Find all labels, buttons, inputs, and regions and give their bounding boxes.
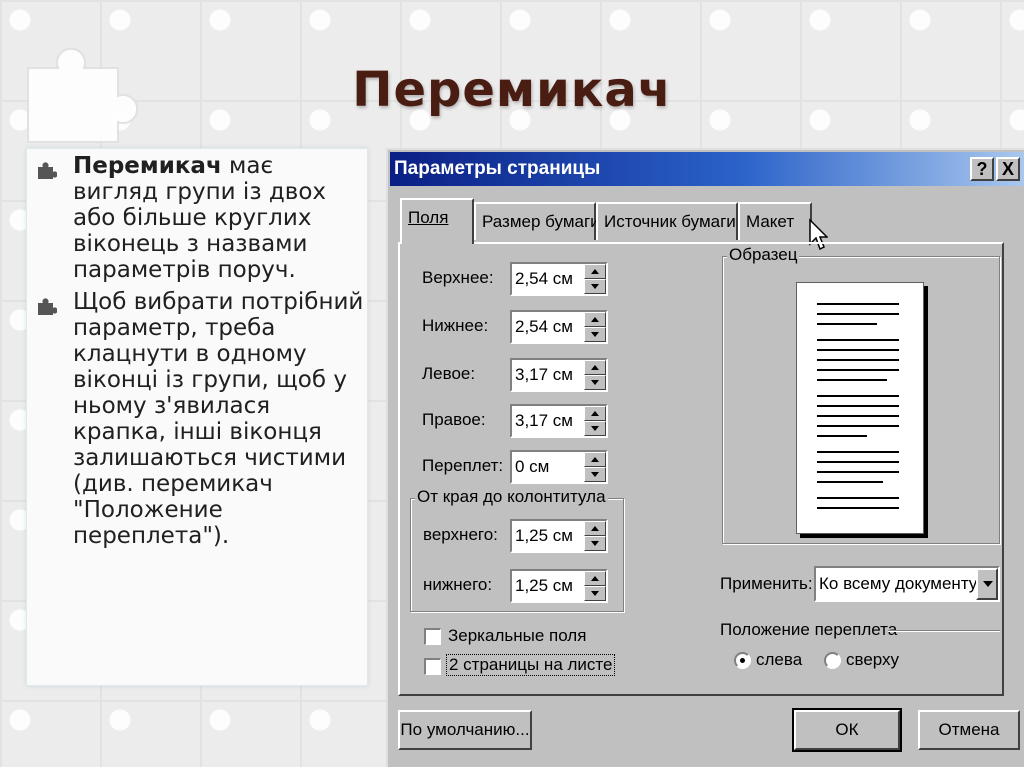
right-margin-spinner[interactable]: 3,17 см — [510, 404, 608, 438]
dialog-titlebar[interactable]: Параметры страницы ? X — [390, 152, 1024, 186]
bullet-1-bold: Перемикач — [73, 153, 222, 179]
text-panel: Перемикач має вигляд групи із двох або б… — [26, 148, 368, 686]
preview-line — [817, 497, 899, 499]
preview-line — [817, 415, 899, 417]
left-margin-label: Левое: — [422, 364, 476, 383]
spin-down-icon[interactable] — [584, 375, 606, 390]
dialog-title: Параметры страницы — [394, 158, 601, 179]
bottom-margin-label: Нижнее: — [422, 316, 489, 335]
header-distance-label: верхнего: — [423, 525, 498, 544]
bullet-1-text: Перемикач має вигляд групи із двох або б… — [73, 153, 365, 283]
bottom-margin-spinner[interactable]: 2,54 см — [510, 310, 608, 344]
spin-up-icon[interactable] — [584, 264, 606, 279]
spin-down-icon[interactable] — [584, 327, 606, 342]
header-footer-group-label: От края до колонтитула — [415, 487, 608, 507]
top-margin-label: Верхнее: — [422, 268, 494, 287]
preview-line — [817, 359, 899, 361]
preview-line — [817, 435, 867, 437]
spin-up-icon[interactable] — [584, 521, 606, 536]
gutter-spinner[interactable]: 0 см — [510, 450, 608, 484]
preview-line — [817, 425, 899, 427]
mirror-margins-label[interactable]: Зеркальные поля — [448, 626, 586, 646]
bullet-2-text: Щоб вибрати потрібний параметр, треба кл… — [73, 289, 364, 549]
preview-line — [817, 451, 899, 453]
preview-page — [796, 282, 924, 534]
chevron-down-icon[interactable] — [976, 568, 998, 600]
gutter-left-radio[interactable] — [734, 652, 751, 669]
preview-group-label: Образец — [727, 245, 800, 265]
spin-down-icon[interactable] — [584, 586, 606, 601]
gutter-top-radio[interactable] — [824, 652, 841, 669]
two-pages-label[interactable]: 2 страницы на листе — [446, 654, 616, 676]
gutter-top-label[interactable]: сверху — [846, 650, 899, 670]
preview-line — [817, 303, 899, 305]
spin-up-icon[interactable] — [584, 452, 606, 467]
gutter-label: Переплет: — [422, 456, 504, 475]
apply-to-label: Применить: — [720, 574, 813, 593]
bottom-margin-value[interactable]: 2,54 см — [515, 317, 573, 337]
spin-down-icon[interactable] — [584, 467, 606, 482]
mirror-margins-checkbox[interactable] — [424, 628, 441, 645]
footer-distance-spinner[interactable]: 1,25 см — [510, 569, 608, 603]
top-margin-value[interactable]: 2,54 см — [515, 269, 573, 289]
set-default-button[interactable]: По умолчанию... — [398, 710, 532, 750]
right-margin-label: Правое: — [422, 410, 486, 429]
header-footer-group: От края до колонтитула верхнего: 1,25 см… — [410, 487, 624, 612]
spin-up-icon[interactable] — [584, 571, 606, 586]
header-distance-value[interactable]: 1,25 см — [515, 526, 573, 546]
gutter-position-label: Положение переплета — [720, 620, 898, 639]
left-margin-value[interactable]: 3,17 см — [515, 365, 573, 385]
gutter-position-divider — [888, 630, 1000, 631]
preview-line — [817, 369, 899, 371]
spin-up-icon[interactable] — [584, 360, 606, 375]
tab-margins-label: Поля — [408, 208, 449, 227]
top-margin-spinner[interactable]: 2,54 см — [510, 262, 608, 296]
spin-up-icon[interactable] — [584, 406, 606, 421]
slide-title: Перемикач — [352, 62, 672, 118]
preview-line — [817, 349, 899, 351]
tab-margins[interactable]: Поля — [400, 198, 474, 244]
two-pages-checkbox[interactable] — [424, 658, 441, 675]
footer-distance-label: нижнего: — [423, 575, 493, 594]
gutter-left-label[interactable]: слева — [756, 650, 802, 670]
preview-line — [817, 323, 877, 325]
preview-line — [817, 507, 899, 509]
help-button[interactable]: ? — [970, 157, 994, 181]
puzzle-bullet-icon — [38, 162, 57, 179]
page-setup-dialog: Параметры страницы ? X Поля Размер бумаг… — [386, 148, 1024, 767]
preview-line — [817, 405, 899, 407]
right-margin-value[interactable]: 3,17 см — [515, 411, 573, 431]
left-margin-spinner[interactable]: 3,17 см — [510, 358, 608, 392]
ok-button[interactable]: ОК — [792, 708, 902, 752]
apply-to-select[interactable]: Ко всему документу — [814, 566, 1000, 602]
preview-line — [817, 313, 899, 315]
footer-distance-value[interactable]: 1,25 см — [515, 576, 573, 596]
preview-line — [817, 395, 899, 397]
puzzle-bullet-icon — [38, 298, 57, 315]
preview-line — [817, 481, 883, 483]
cancel-button[interactable]: Отмена — [918, 710, 1020, 750]
tab-layout[interactable]: Макет — [738, 202, 812, 240]
spin-down-icon[interactable] — [584, 536, 606, 551]
spin-down-icon[interactable] — [584, 421, 606, 436]
tab-paper-source[interactable]: Источник бумаги — [596, 202, 738, 240]
gutter-value[interactable]: 0 см — [515, 457, 549, 477]
preview-line — [817, 471, 899, 473]
tab-layout-label: Макет — [746, 212, 795, 231]
tab-paper-size[interactable]: Размер бумаги — [474, 202, 600, 240]
preview-line — [817, 339, 899, 341]
preview-line — [817, 379, 887, 381]
spin-up-icon[interactable] — [584, 312, 606, 327]
close-button[interactable]: X — [996, 157, 1020, 181]
header-distance-spinner[interactable]: 1,25 см — [510, 519, 608, 553]
apply-to-value: Ко всему документу — [819, 574, 978, 593]
spin-down-icon[interactable] — [584, 279, 606, 294]
tab-paper-size-label: Размер бумаги — [482, 212, 600, 231]
tab-paper-source-label: Источник бумаги — [604, 212, 736, 231]
preview-line — [817, 461, 899, 463]
